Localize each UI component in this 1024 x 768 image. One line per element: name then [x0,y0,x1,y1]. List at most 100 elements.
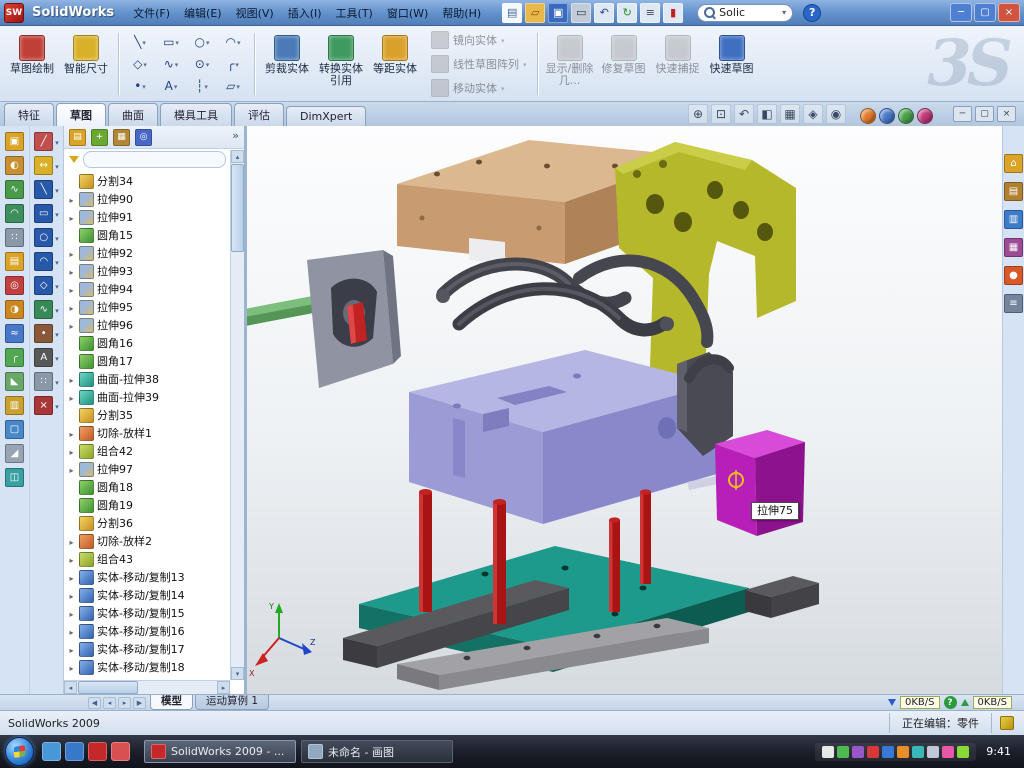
tree-item[interactable]: 圆角19 [67,496,228,514]
tree-item[interactable]: 分割36 [67,514,228,532]
rib-icon[interactable]: ▥ [5,396,24,415]
tree-item[interactable]: 曲面-拉伸38 [67,370,228,388]
text-flyout-icon[interactable]: A [34,348,59,367]
tree-item[interactable]: 拉伸90 [67,190,228,208]
app-minimize-button[interactable]: ─ [950,3,972,22]
linear-sketch-pattern-button[interactable]: 线性草图阵列 [427,54,531,74]
ribbon-tab[interactable]: 评估 [234,103,284,126]
move-entities-button[interactable]: 移动实体 [427,78,531,98]
apply-scene-icon[interactable] [879,108,895,124]
dropdown-arrow-icon[interactable] [55,135,59,148]
dropdown-arrow-icon[interactable] [55,231,59,244]
trim-flyout-icon[interactable]: × [34,396,59,415]
dropdown-arrow-icon[interactable] [175,35,179,48]
app-restore-button[interactable]: ▢ [974,3,996,22]
featuremanager-tab-icon[interactable]: ▤ [69,129,86,146]
tray-updates-icon[interactable] [837,746,849,758]
linear-pattern-icon[interactable]: ∷ [5,228,24,247]
expand-arrow-icon[interactable] [67,265,76,278]
expand-arrow-icon[interactable] [67,427,76,440]
rapid-sketch-button[interactable]: 快速草图 [706,31,758,97]
dropdown-arrow-icon[interactable] [55,183,59,196]
tree-item[interactable]: 曲面-拉伸39 [67,388,228,406]
point-flyout-icon[interactable]: • [34,324,59,343]
extruded-boss-icon[interactable]: ▣ [5,132,24,151]
scrollbar-thumb[interactable] [231,164,244,252]
network-help-icon[interactable]: ? [944,696,957,709]
text-icon[interactable]: A [156,75,186,96]
spline-icon[interactable]: ∿ [156,53,186,74]
taskbar-clock[interactable]: 9:41 [986,745,1011,758]
tree-item[interactable]: 实体-移动/复制16 [67,622,228,640]
tree-item[interactable]: 拉伸97 [67,460,228,478]
tree-item[interactable]: 拉伸91 [67,208,228,226]
previous-view-icon[interactable]: ↶ [734,104,754,124]
model-right-rail[interactable] [745,576,819,618]
tree-item[interactable]: 实体-移动/复制15 [67,604,228,622]
dropdown-arrow-icon[interactable] [501,81,505,94]
display-style-icon[interactable]: ◈ [803,104,823,124]
propertymanager-tab-icon[interactable]: + [91,129,108,146]
tray-ime-icon[interactable] [927,746,939,758]
custom-properties-icon[interactable]: ≡ [1004,294,1023,313]
expand-arrow-icon[interactable] [67,589,76,602]
expand-arrow-icon[interactable] [67,301,76,314]
tray-messenger-icon[interactable] [942,746,954,758]
save-icon[interactable]: ▣ [548,3,568,23]
section-view-icon[interactable]: ◧ [757,104,777,124]
design-library-icon[interactable]: ▤ [1004,182,1023,201]
sketch-fillet-icon[interactable]: ╭ [218,53,248,74]
display-delete-relations-button[interactable]: 显示/删除几... [544,31,596,97]
tree-item[interactable]: 圆角16 [67,334,228,352]
sketch-button[interactable]: 草图绘制 [6,31,58,97]
dropdown-arrow-icon[interactable] [523,57,527,70]
dimxpertmanager-tab-icon[interactable]: ◎ [135,129,152,146]
dropdown-arrow-icon[interactable] [235,57,239,70]
tree-item[interactable]: 圆角18 [67,478,228,496]
taskbar-task[interactable]: 未命名 - 画图 [301,740,453,763]
menu-item[interactable]: 窗口(W) [380,2,435,24]
polygon-icon[interactable]: ◇ [125,53,155,74]
line-icon[interactable]: ╲ [125,31,155,52]
dropdown-arrow-icon[interactable] [143,57,147,70]
document-tab[interactable]: 运动算例 1 [195,695,269,710]
dropdown-arrow-icon[interactable] [55,351,59,364]
taskbar-task[interactable]: SolidWorks 2009 - ... [144,740,296,763]
expand-arrow-icon[interactable] [67,283,76,296]
rectangle-icon[interactable]: ▭ [156,31,186,52]
ribbon-tab[interactable]: 模具工具 [160,103,232,126]
tree-item[interactable]: 组合43 [67,550,228,568]
tray-antivirus-icon[interactable] [867,746,879,758]
dropdown-arrow-icon[interactable] [55,375,59,388]
menu-item[interactable]: 视图(V) [229,2,281,24]
document-close-button[interactable]: × [997,106,1016,122]
tree-item[interactable]: 实体-移动/复制13 [67,568,228,586]
dropdown-arrow-icon[interactable] [204,79,208,92]
tree-item[interactable]: 组合42 [67,442,228,460]
centerline-icon[interactable]: ┆ [187,75,217,96]
expand-arrow-icon[interactable] [67,193,76,206]
expand-arrow-icon[interactable] [67,211,76,224]
dropdown-arrow-icon[interactable] [236,79,240,92]
dropdown-arrow-icon[interactable] [55,303,59,316]
expand-arrow-icon[interactable] [67,607,76,620]
file-explorer-icon[interactable]: ▥ [1004,210,1023,229]
sketch-flyout-icon[interactable]: ╱ [34,132,59,151]
scroll-last-icon[interactable]: ▶ [133,697,146,709]
dropdown-arrow-icon[interactable] [237,35,241,48]
ellipse-icon[interactable]: ⊙ [187,53,217,74]
open-icon[interactable]: ▱ [525,3,545,23]
model-core-block[interactable] [409,350,724,524]
start-button[interactable] [5,737,34,766]
tree-item[interactable]: 实体-移动/复制14 [67,586,228,604]
panel-chevron-icon[interactable]: » [232,129,239,142]
dropdown-arrow-icon[interactable] [174,79,178,92]
ribbon-tab[interactable]: 草图 [56,103,106,126]
tree-item[interactable]: 切除-放样1 [67,424,228,442]
line-flyout-icon[interactable]: ╲ [34,180,59,199]
point-icon[interactable]: • [125,75,155,96]
dropdown-arrow-icon[interactable] [55,327,59,340]
circle-flyout-icon[interactable]: ○ [34,228,59,247]
new-document-icon[interactable]: ▤ [502,3,522,23]
view-orientation-icon[interactable]: ▦ [780,104,800,124]
